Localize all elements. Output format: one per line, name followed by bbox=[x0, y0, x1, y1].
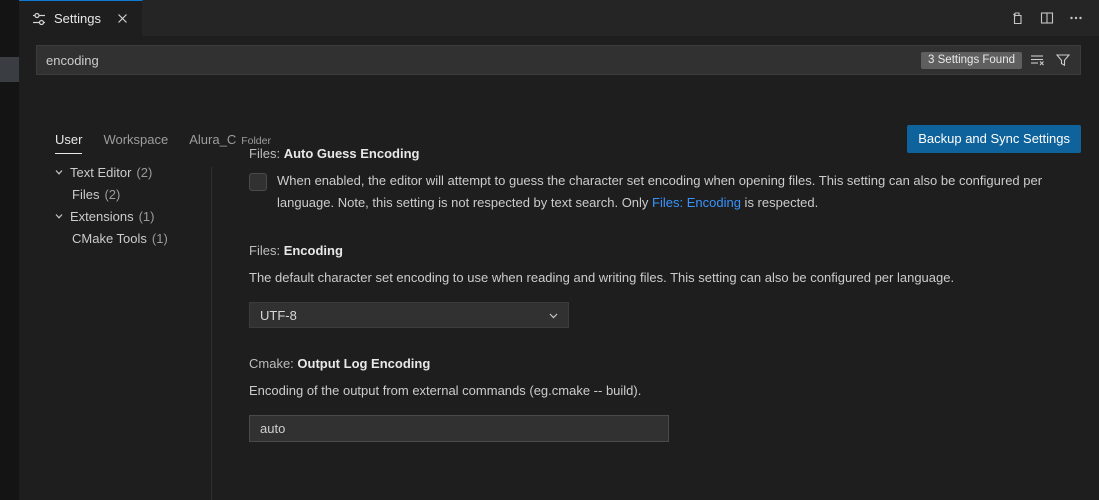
clear-search-results-icon[interactable] bbox=[1026, 49, 1048, 71]
settings-toc-tree: Text Editor (2) Files (2) Extensions (1)… bbox=[19, 131, 211, 249]
settings-sliders-icon bbox=[31, 11, 47, 27]
toc-item-extensions[interactable]: Extensions (1) bbox=[19, 205, 211, 227]
toc-content-divider bbox=[211, 167, 212, 500]
results-count-badge: 3 Settings Found bbox=[921, 51, 1022, 69]
files-encoding-dropdown[interactable]: UTF-8 bbox=[249, 302, 569, 329]
setting-name: Output Log Encoding bbox=[297, 356, 431, 372]
chevron-down-icon[interactable] bbox=[52, 209, 66, 223]
search-input[interactable] bbox=[37, 46, 922, 74]
toc-item-label: Extensions bbox=[70, 208, 134, 224]
setting-files-auto-guess-encoding: Files: Auto Guess Encoding When enabled,… bbox=[249, 146, 1079, 215]
setting-description: When enabled, the editor will attempt to… bbox=[277, 170, 1073, 215]
toc-item-label: Text Editor bbox=[70, 164, 132, 180]
setting-category: Cmake: bbox=[249, 356, 294, 372]
setting-files-encoding: Files: Encoding The default character se… bbox=[249, 243, 1079, 329]
editor-tab-bar: Settings bbox=[19, 0, 1099, 36]
chevron-down-icon bbox=[547, 309, 560, 322]
editor-actions-toolbar bbox=[1005, 0, 1099, 36]
setting-description: The default character set encoding to us… bbox=[249, 269, 955, 285]
files-encoding-link[interactable]: Files: Encoding bbox=[652, 195, 741, 210]
toc-item-count: (1) bbox=[138, 208, 155, 224]
toc-item-text-editor[interactable]: Text Editor (2) bbox=[19, 161, 211, 183]
activity-edge-strip bbox=[0, 0, 19, 500]
toc-item-count: (1) bbox=[151, 230, 168, 246]
setting-title: Files: Auto Guess Encoding bbox=[249, 146, 1079, 161]
search-controls: 3 Settings Found bbox=[921, 49, 1080, 71]
setting-category: Files: bbox=[249, 242, 281, 258]
close-icon[interactable] bbox=[114, 10, 132, 28]
setting-title: Cmake: Output Log Encoding bbox=[249, 356, 1079, 371]
filter-funnel-icon[interactable] bbox=[1052, 49, 1074, 71]
toc-item-count: (2) bbox=[136, 164, 153, 180]
settings-results-list: Files: Auto Guess Encoding When enabled,… bbox=[249, 146, 1079, 470]
setting-name: Auto Guess Encoding bbox=[283, 146, 420, 161]
setting-description: Encoding of the output from external com… bbox=[249, 383, 642, 399]
split-editor-icon[interactable] bbox=[1034, 5, 1060, 31]
chevron-down-icon[interactable] bbox=[52, 165, 66, 179]
input-value: auto bbox=[260, 421, 286, 437]
open-changes-icon[interactable] bbox=[1005, 5, 1031, 31]
more-actions-icon[interactable] bbox=[1063, 5, 1089, 31]
tab-bar-empty-space bbox=[143, 0, 1005, 36]
sidebar-scrollbar-thumb[interactable] bbox=[0, 57, 19, 82]
toc-item-label: CMake Tools bbox=[72, 230, 147, 246]
settings-search-row: 3 Settings Found bbox=[19, 45, 1099, 77]
tab-settings[interactable]: Settings bbox=[19, 0, 143, 36]
auto-guess-encoding-checkbox[interactable] bbox=[249, 173, 267, 191]
cmake-output-log-encoding-input[interactable]: auto bbox=[249, 415, 669, 443]
setting-cmake-output-log-encoding: Cmake: Output Log Encoding Encoding of t… bbox=[249, 356, 1079, 443]
toc-item-label: Files bbox=[72, 186, 100, 202]
setting-name: Encoding bbox=[283, 242, 343, 258]
toc-item-files[interactable]: Files (2) bbox=[19, 183, 211, 205]
setting-category: Files: bbox=[249, 146, 281, 161]
tab-label: Settings bbox=[54, 11, 101, 26]
toc-item-count: (2) bbox=[104, 186, 121, 202]
description-text-part2: is respected. bbox=[740, 195, 819, 211]
settings-editor: 3 Settings Found bbox=[19, 36, 1099, 500]
setting-title: Files: Encoding bbox=[249, 243, 1079, 258]
search-settings-box[interactable]: 3 Settings Found bbox=[36, 45, 1081, 75]
toc-item-cmake-tools[interactable]: CMake Tools (1) bbox=[19, 227, 211, 249]
dropdown-value: UTF-8 bbox=[260, 307, 297, 323]
